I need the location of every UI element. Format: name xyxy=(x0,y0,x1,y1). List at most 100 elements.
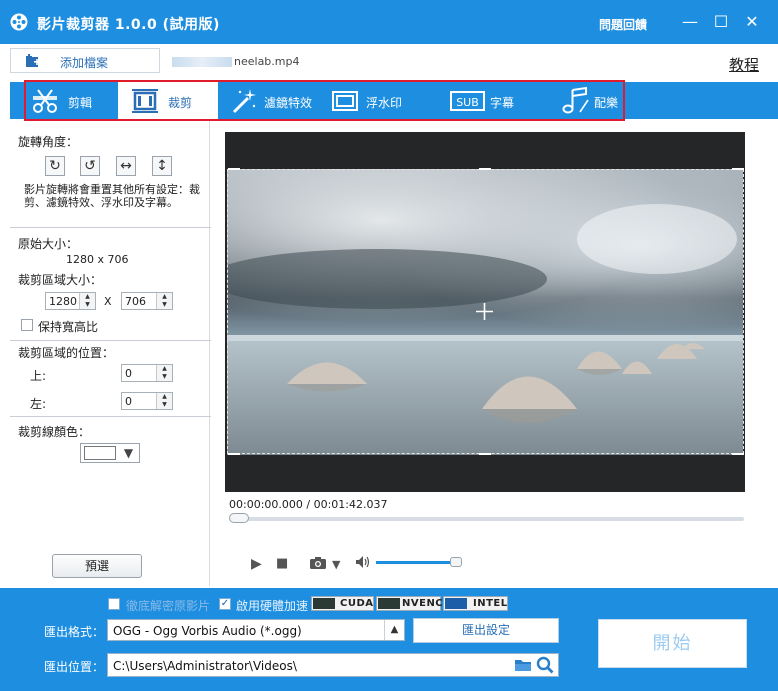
tab-trim[interactable]: 剪輯 xyxy=(26,82,118,119)
play-icon: ▶ xyxy=(251,556,262,572)
add-file-icon xyxy=(26,54,40,67)
add-file-button[interactable]: 添加檔案 xyxy=(10,48,160,73)
crop-handle-top-left[interactable] xyxy=(228,168,240,170)
rotate-clockwise-button[interactable]: ↻ xyxy=(45,156,65,176)
crop-width-stepper[interactable]: ▲ ▼ xyxy=(79,293,95,309)
play-button[interactable]: ▶ xyxy=(251,556,262,572)
nvidia-icon xyxy=(313,598,335,609)
app-title: 影片裁剪器 1.0.0 (試用版) xyxy=(37,17,220,33)
crop-line-color-picker[interactable]: ▼ xyxy=(80,443,140,463)
crop-area-size-title: 裁剪區域大小： xyxy=(18,273,103,287)
crop-handle-bottom-right[interactable] xyxy=(732,453,744,455)
crop-handle-bottom-left[interactable] xyxy=(228,453,240,455)
flip-horizontal-icon: ↔ xyxy=(120,158,132,174)
volume-handle[interactable] xyxy=(449,557,462,567)
color-swatch xyxy=(84,446,116,460)
flip-vertical-icon: ↕ xyxy=(156,158,168,174)
crop-left-input[interactable]: 0 ▲ ▼ xyxy=(121,392,173,410)
search-icon[interactable] xyxy=(536,656,554,674)
film-reel-icon xyxy=(10,13,28,31)
full-decode-checkbox[interactable] xyxy=(108,598,120,610)
format-label: 匯出格式： xyxy=(44,625,105,639)
seek-handle[interactable] xyxy=(229,513,249,523)
speaker-icon xyxy=(356,556,370,568)
full-decode-label: 徹底解密原影片 xyxy=(126,599,211,613)
maximize-button[interactable]: ☐ xyxy=(711,12,731,32)
tab-bar: 剪輯 裁剪 濾鏡特效 浮水印 SUB 字幕 配樂 xyxy=(24,80,625,121)
title-bar: 影片裁剪器 1.0.0 (試用版) 問題回饋 — ☐ ✕ xyxy=(0,0,778,44)
tutorial-link[interactable]: 教程 xyxy=(729,54,759,75)
nvenc-badge: NVENC xyxy=(376,596,443,611)
export-format-select[interactable]: OGG - Ogg Vorbis Audio (*.ogg) ▲ xyxy=(107,619,405,641)
original-size-title: 原始大小： xyxy=(18,237,79,251)
rotation-note: 影片旋轉將會重置其他所有設定：裁剪、濾鏡特效、浮水印及字幕。 xyxy=(24,183,200,209)
divider xyxy=(10,416,211,417)
size-separator: X xyxy=(104,295,112,308)
volume-button[interactable] xyxy=(355,555,371,573)
hardware-accel-checkbox[interactable]: ✓ xyxy=(219,598,231,610)
preset-button[interactable]: 預選 xyxy=(52,554,142,578)
crop-top-stepper[interactable]: ▲ ▼ xyxy=(156,365,172,381)
crop-line-color-title: 裁剪線顏色： xyxy=(18,425,91,439)
crop-position-title: 裁剪區域的位置： xyxy=(18,346,115,360)
stepper-down-icon: ▼ xyxy=(162,301,167,308)
timecode: 00:00:00.000 / 00:01:42.037 xyxy=(229,498,388,511)
tab-subtitle[interactable]: SUB 字幕 xyxy=(432,82,536,119)
crop-height-input[interactable]: 706 ▲ ▼ xyxy=(121,292,173,310)
tab-subtitle-label: 字幕 xyxy=(490,96,515,110)
tab-music[interactable]: 配樂 xyxy=(536,82,623,119)
chevron-up-icon[interactable]: ▲ xyxy=(384,620,404,640)
stepper-down-icon: ▼ xyxy=(162,373,167,380)
stepper-down-icon: ▼ xyxy=(85,301,90,308)
feedback-link[interactable]: 問題回饋 xyxy=(599,16,647,33)
divider xyxy=(10,227,211,228)
export-settings-button[interactable]: 匯出設定 xyxy=(413,618,559,643)
seek-bar[interactable] xyxy=(229,517,744,521)
crop-top-input[interactable]: 0 ▲ ▼ xyxy=(121,364,173,382)
tab-music-label: 配樂 xyxy=(594,96,619,110)
tab-crop[interactable]: 裁剪 xyxy=(118,82,218,119)
stop-button[interactable]: ■ xyxy=(276,556,288,571)
left-label: 左: xyxy=(30,397,47,411)
crop-width-input[interactable]: 1280 ▲ ▼ xyxy=(45,292,96,310)
folder-icon[interactable] xyxy=(514,658,532,672)
tab-crop-label: 裁剪 xyxy=(168,96,193,110)
add-file-label: 添加檔案 xyxy=(60,56,109,70)
keep-aspect-checkbox[interactable] xyxy=(21,319,33,331)
tab-filters[interactable]: 濾鏡特效 xyxy=(218,82,322,119)
crop-handle-top[interactable] xyxy=(479,168,491,170)
move-cross-icon[interactable] xyxy=(476,303,493,320)
crop-icon xyxy=(132,89,158,113)
keep-aspect-label: 保持寬高比 xyxy=(38,320,99,334)
tab-watermark[interactable]: 浮水印 xyxy=(322,82,432,119)
snapshot-dropdown[interactable]: ▼ xyxy=(332,558,340,571)
export-location-field[interactable]: C:\Users\Administrator\Videos\ xyxy=(107,653,559,677)
start-button[interactable]: 開始 xyxy=(598,619,747,668)
flip-vertical-button[interactable]: ↕ xyxy=(152,156,172,176)
tab-filters-label: 濾鏡特效 xyxy=(264,96,313,110)
rotate-counterclockwise-button[interactable]: ↺ xyxy=(80,156,100,176)
tab-watermark-label: 浮水印 xyxy=(366,96,403,110)
volume-slider[interactable] xyxy=(376,561,460,564)
snapshot-button[interactable] xyxy=(309,556,327,574)
crop-handle-bottom[interactable] xyxy=(479,453,491,455)
svg-text:SUB: SUB xyxy=(456,96,479,109)
rotate-counterclockwise-icon: ↺ xyxy=(84,158,96,174)
crop-handle-top-right[interactable] xyxy=(732,168,744,170)
rotate-clockwise-icon: ↻ xyxy=(49,158,61,174)
close-button[interactable]: ✕ xyxy=(742,12,762,32)
stepper-up-icon: ▲ xyxy=(162,393,167,400)
crop-left-stepper[interactable]: ▲ ▼ xyxy=(156,393,172,409)
cuda-badge: CUDA xyxy=(311,596,374,611)
minimize-button[interactable]: — xyxy=(680,12,700,32)
location-label: 匯出位置： xyxy=(44,660,105,674)
camera-icon xyxy=(310,557,326,569)
chevron-down-icon[interactable]: ▼ xyxy=(119,445,138,461)
flip-horizontal-button[interactable]: ↔ xyxy=(116,156,136,176)
crop-height-stepper[interactable]: ▲ ▼ xyxy=(156,293,172,309)
rotation-title: 旋轉角度： xyxy=(18,135,79,149)
nvidia-icon xyxy=(378,598,400,609)
subtitle-icon: SUB xyxy=(450,91,485,111)
scissors-icon xyxy=(33,89,57,113)
stepper-up-icon: ▲ xyxy=(162,365,167,372)
